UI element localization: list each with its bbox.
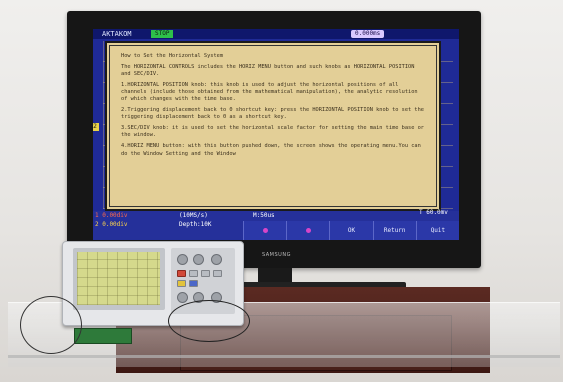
panel-key[interactable] (201, 270, 210, 277)
scope-status-bar: 1 0.00div 2 0.00div (10MS/s) Depth:10K M… (93, 209, 459, 240)
tv-screen: AKTAKOM STOP 0.000ms How to Set the Hori… (93, 29, 459, 240)
trigger-level-readout: T 60.0mv (419, 209, 448, 216)
ch2-key[interactable] (189, 280, 198, 287)
memory-depth-readout: Depth:10K (179, 221, 212, 228)
help-paragraph: 3.SEC/DIV knob: it is used to set the ho… (121, 125, 424, 139)
photo-scene: AKTAKOM STOP 0.000ms How to Set the Hori… (0, 0, 563, 382)
knob-icon[interactable] (193, 254, 204, 265)
sample-rate-readout: (10MS/s) (179, 212, 208, 219)
scope-top-bar: AKTAKOM STOP 0.000ms (93, 29, 459, 39)
ch1-position-readout: 1 0.00div (95, 212, 128, 219)
channel-marker: 2 (93, 123, 99, 131)
horizontal-offset-readout: 0.000ms (351, 30, 385, 38)
panel-key[interactable] (189, 270, 198, 277)
knob-icon[interactable] (177, 254, 188, 265)
probe-cable (168, 300, 250, 342)
ch1-key[interactable] (177, 280, 186, 287)
ch2-position-readout: 2 0.00div (95, 221, 128, 228)
select-dot-icon (305, 228, 311, 233)
run-stop-badge: STOP (151, 30, 174, 38)
help-paragraph: 1.HORIZONTAL POSITION knob: this knob is… (121, 82, 418, 103)
help-panel: How to Set the Horizontal System The HOR… (105, 41, 441, 211)
knob-icon[interactable] (177, 292, 188, 303)
help-text: How to Set the Horizontal System The HOR… (121, 53, 425, 162)
scope-brand-label: AKTAKOM (102, 30, 132, 38)
tv-brand-logo: SAMSUNG (262, 252, 291, 258)
timebase-readout: M:50us (253, 212, 275, 219)
select-dot-icon (262, 228, 268, 233)
panel-key[interactable] (213, 270, 222, 277)
help-paragraph: The HORIZONTAL CONTROLS includes the HOR… (121, 64, 415, 78)
return-button[interactable]: Return (372, 221, 416, 240)
ok-button[interactable]: OK (329, 221, 373, 240)
quit-button[interactable]: Quit (415, 221, 459, 240)
power-cable (20, 296, 82, 354)
scope-lcd-screen (77, 252, 160, 305)
run-stop-key[interactable] (177, 270, 186, 277)
knob-icon[interactable] (211, 254, 222, 265)
glass-table-edge (8, 355, 560, 358)
softkey-1-button[interactable] (243, 221, 287, 240)
help-paragraph: 4.HORIZ MENU button: with this button pu… (121, 143, 421, 157)
softkey-bar: OK Return Quit (243, 221, 459, 240)
circuit-board (74, 328, 132, 344)
help-paragraph: 2.Triggering displacement back to 0 shor… (121, 107, 424, 121)
help-title: How to Set the Horizontal System (121, 53, 224, 59)
softkey-2-button[interactable] (286, 221, 330, 240)
